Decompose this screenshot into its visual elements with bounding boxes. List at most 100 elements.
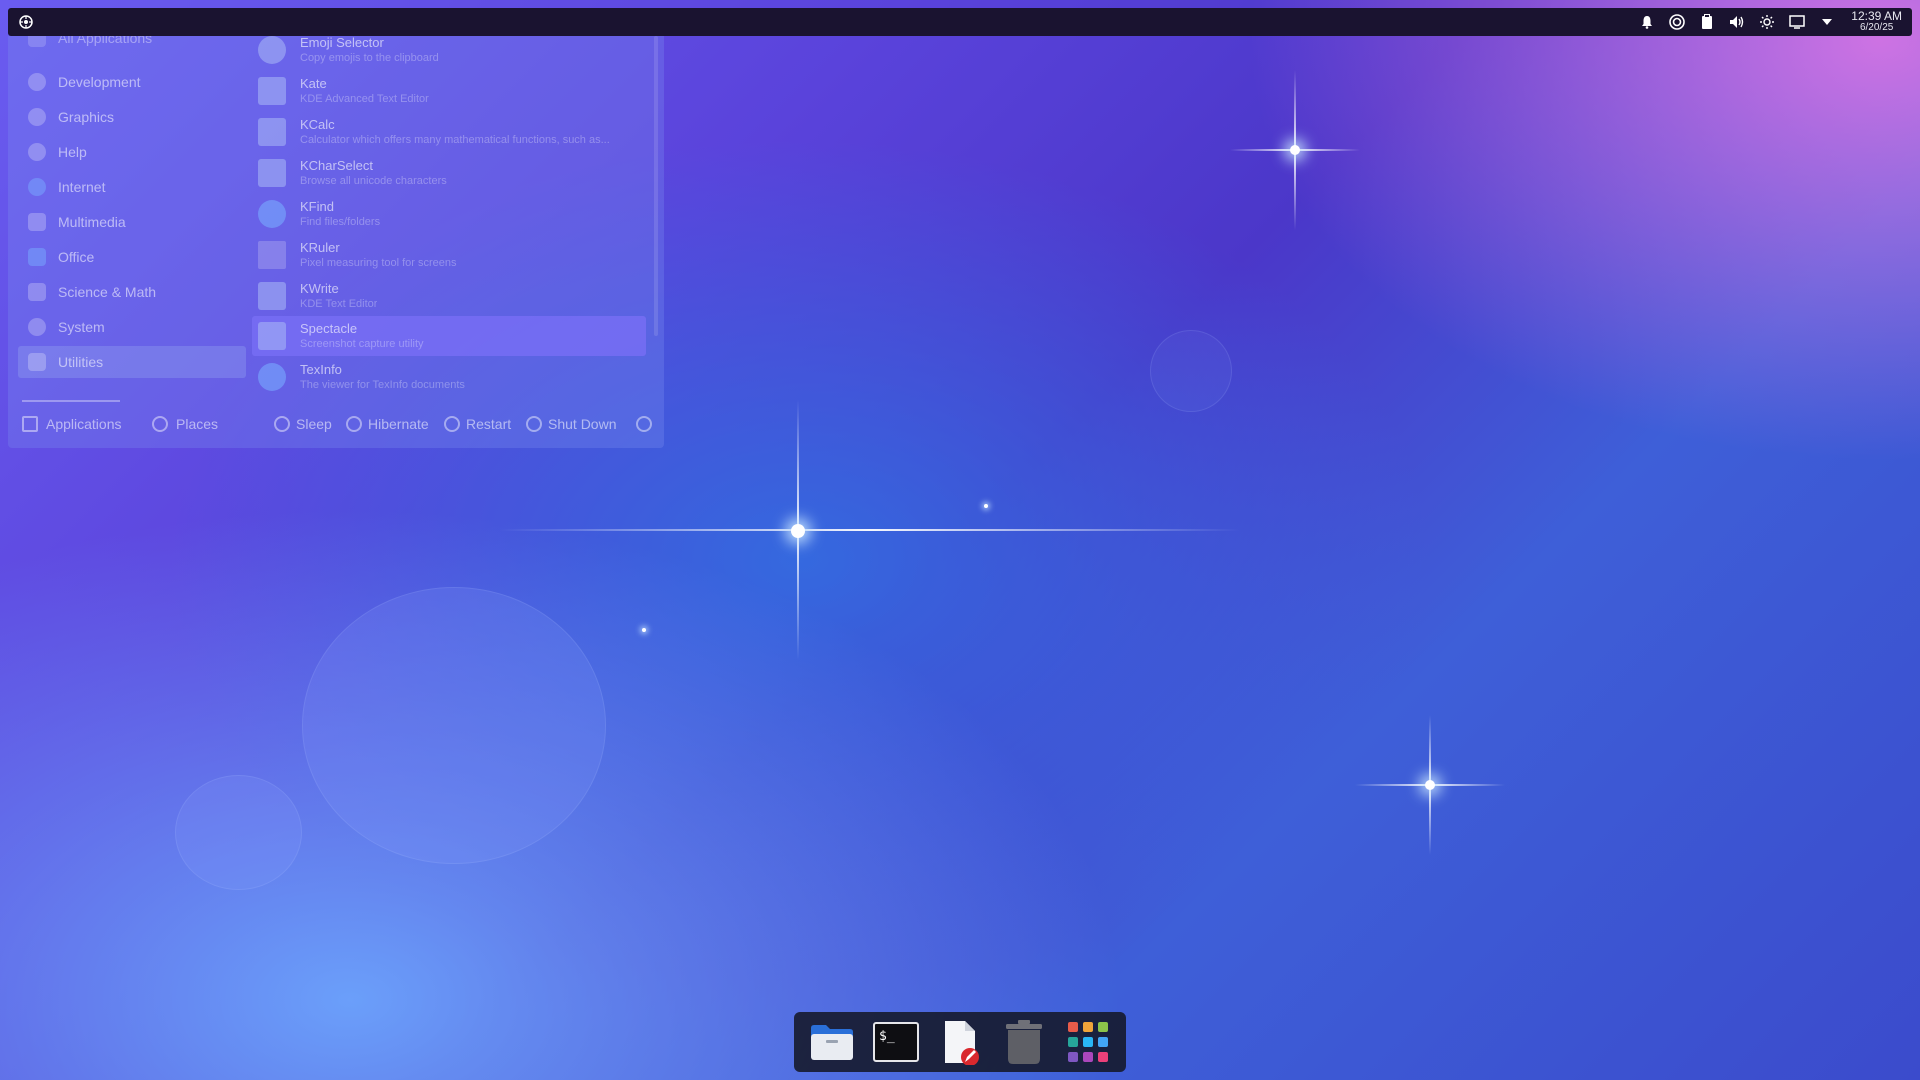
app-name: KCharSelect (300, 158, 373, 173)
dock-text-editor[interactable] (934, 1016, 986, 1068)
tab-applications[interactable]: Applications (22, 416, 122, 432)
dock-terminal[interactable]: $_ (870, 1016, 922, 1068)
app-description: Pixel measuring tool for screens (300, 257, 457, 269)
power-label: Hibernate (368, 416, 429, 432)
shutdown-button[interactable]: Shut Down (526, 416, 616, 432)
app-description: KDE Advanced Text Editor (300, 93, 429, 105)
app-kcalc[interactable]: KCalc Calculator which offers many mathem… (252, 112, 646, 152)
restart-button[interactable]: Restart (444, 416, 511, 432)
dock: $_ (794, 1012, 1126, 1072)
multimedia-icon (28, 213, 46, 231)
more-icon (636, 416, 652, 432)
power-label: Shut Down (548, 416, 617, 432)
kate-icon (258, 77, 286, 105)
notifications-icon[interactable] (1637, 12, 1657, 32)
system-icon (28, 318, 46, 336)
display-icon[interactable] (1787, 12, 1807, 32)
app-kcharselect[interactable]: KCharSelect Browse all unicode characters (252, 153, 646, 193)
wallpaper-bubble-small (175, 775, 302, 890)
app-emoji-selector[interactable]: Emoji Selector Copy emojis to the clipboa… (252, 36, 646, 70)
category-internet[interactable]: Internet (18, 171, 246, 203)
kfind-icon (258, 200, 286, 228)
kcharselect-icon (258, 159, 286, 187)
more-power-options-button[interactable] (636, 416, 652, 432)
app-description: Copy emojis to the clipboard (300, 52, 439, 64)
category-label: Multimedia (58, 214, 126, 230)
category-list: All Applications Development Graphics He… (8, 36, 246, 396)
hibernate-button[interactable]: Hibernate (346, 416, 429, 432)
category-all-applications[interactable]: All Applications (18, 36, 246, 54)
help-icon (28, 143, 46, 161)
terminal-icon: $_ (873, 1022, 919, 1062)
utilities-icon (28, 353, 46, 371)
tab-places[interactable]: Places (152, 416, 218, 432)
clipboard-icon[interactable] (1697, 12, 1717, 32)
all-applications-icon (28, 36, 46, 47)
tray-expand-icon[interactable] (1817, 12, 1837, 32)
category-label: Graphics (58, 109, 115, 125)
power-label: Restart (466, 416, 512, 432)
sleep-button[interactable]: Sleep (274, 416, 332, 432)
app-name: TexInfo (300, 362, 342, 377)
trash-icon (1006, 1020, 1042, 1064)
app-grid-icon (1068, 1022, 1108, 1062)
app-name: KCalc (300, 117, 335, 132)
category-multimedia[interactable]: Multimedia (18, 206, 246, 238)
category-graphics[interactable]: Graphics (18, 101, 246, 133)
app-name: KFind (300, 199, 334, 214)
tab-label: Places (176, 416, 219, 432)
app-name: KWrite (300, 281, 339, 296)
category-label: Office (58, 249, 95, 265)
category-label: Help (58, 144, 87, 160)
wallpaper-star-top-right (1230, 70, 1360, 230)
category-system[interactable]: System (18, 311, 246, 343)
tab-label: Applications (46, 416, 122, 432)
category-science-math[interactable]: Science & Math (18, 276, 246, 308)
places-icon (152, 416, 168, 432)
restart-icon (444, 416, 460, 432)
updates-icon[interactable] (1667, 12, 1687, 32)
category-utilities[interactable]: Utilities (18, 346, 246, 378)
development-icon (28, 73, 46, 91)
dock-app-grid[interactable] (1062, 1016, 1114, 1068)
app-kfind[interactable]: KFind Find files/folders (252, 194, 646, 234)
power-label: Sleep (296, 416, 332, 432)
clock[interactable]: 12:39 AM 6/20/25 (1851, 9, 1902, 33)
kwrite-icon (258, 282, 286, 310)
app-texinfo[interactable]: TexInfo The viewer for TexInfo documents (252, 357, 646, 397)
texinfo-icon (258, 363, 286, 391)
app-list-scrollbar[interactable] (654, 36, 658, 336)
applications-icon (22, 416, 38, 432)
application-menu: All Applications Development Graphics He… (8, 36, 664, 448)
clock-date: 6/20/25 (1859, 22, 1894, 33)
app-kruler[interactable]: KRuler Pixel measuring tool for screens (252, 235, 646, 275)
brightness-icon[interactable] (1757, 12, 1777, 32)
office-icon (28, 248, 46, 266)
text-editor-icon (945, 1021, 979, 1065)
dock-file-manager[interactable] (806, 1016, 858, 1068)
app-name: Spectacle (300, 321, 358, 336)
dock-trash[interactable] (998, 1016, 1050, 1068)
category-label: Development (58, 74, 141, 90)
app-kate[interactable]: Kate KDE Advanced Text Editor (252, 71, 646, 111)
app-description: Screenshot capture utility (300, 338, 424, 350)
system-tray: 12:39 AM 6/20/25 (1637, 9, 1912, 33)
app-name: Kate (300, 76, 327, 91)
app-menu-button[interactable] (14, 10, 38, 34)
app-kwrite[interactable]: KWrite KDE Text Editor (252, 276, 646, 316)
clock-time: 12:39 AM (1851, 9, 1902, 23)
category-help[interactable]: Help (18, 136, 246, 168)
category-office[interactable]: Office (18, 241, 246, 273)
active-tab-indicator (22, 400, 120, 402)
graphics-icon (28, 108, 46, 126)
app-description: KDE Text Editor (300, 298, 378, 310)
app-description: The viewer for TexInfo documents (300, 379, 465, 391)
kcalc-icon (258, 118, 286, 146)
category-development[interactable]: Development (18, 66, 246, 98)
top-panel: 12:39 AM 6/20/25 (8, 8, 1912, 36)
volume-icon[interactable] (1727, 12, 1747, 32)
app-spectacle[interactable]: Spectacle Screenshot capture utility (252, 316, 646, 356)
app-description: Browse all unicode characters (300, 175, 447, 187)
emoji-selector-icon (258, 36, 286, 64)
internet-icon (28, 178, 46, 196)
